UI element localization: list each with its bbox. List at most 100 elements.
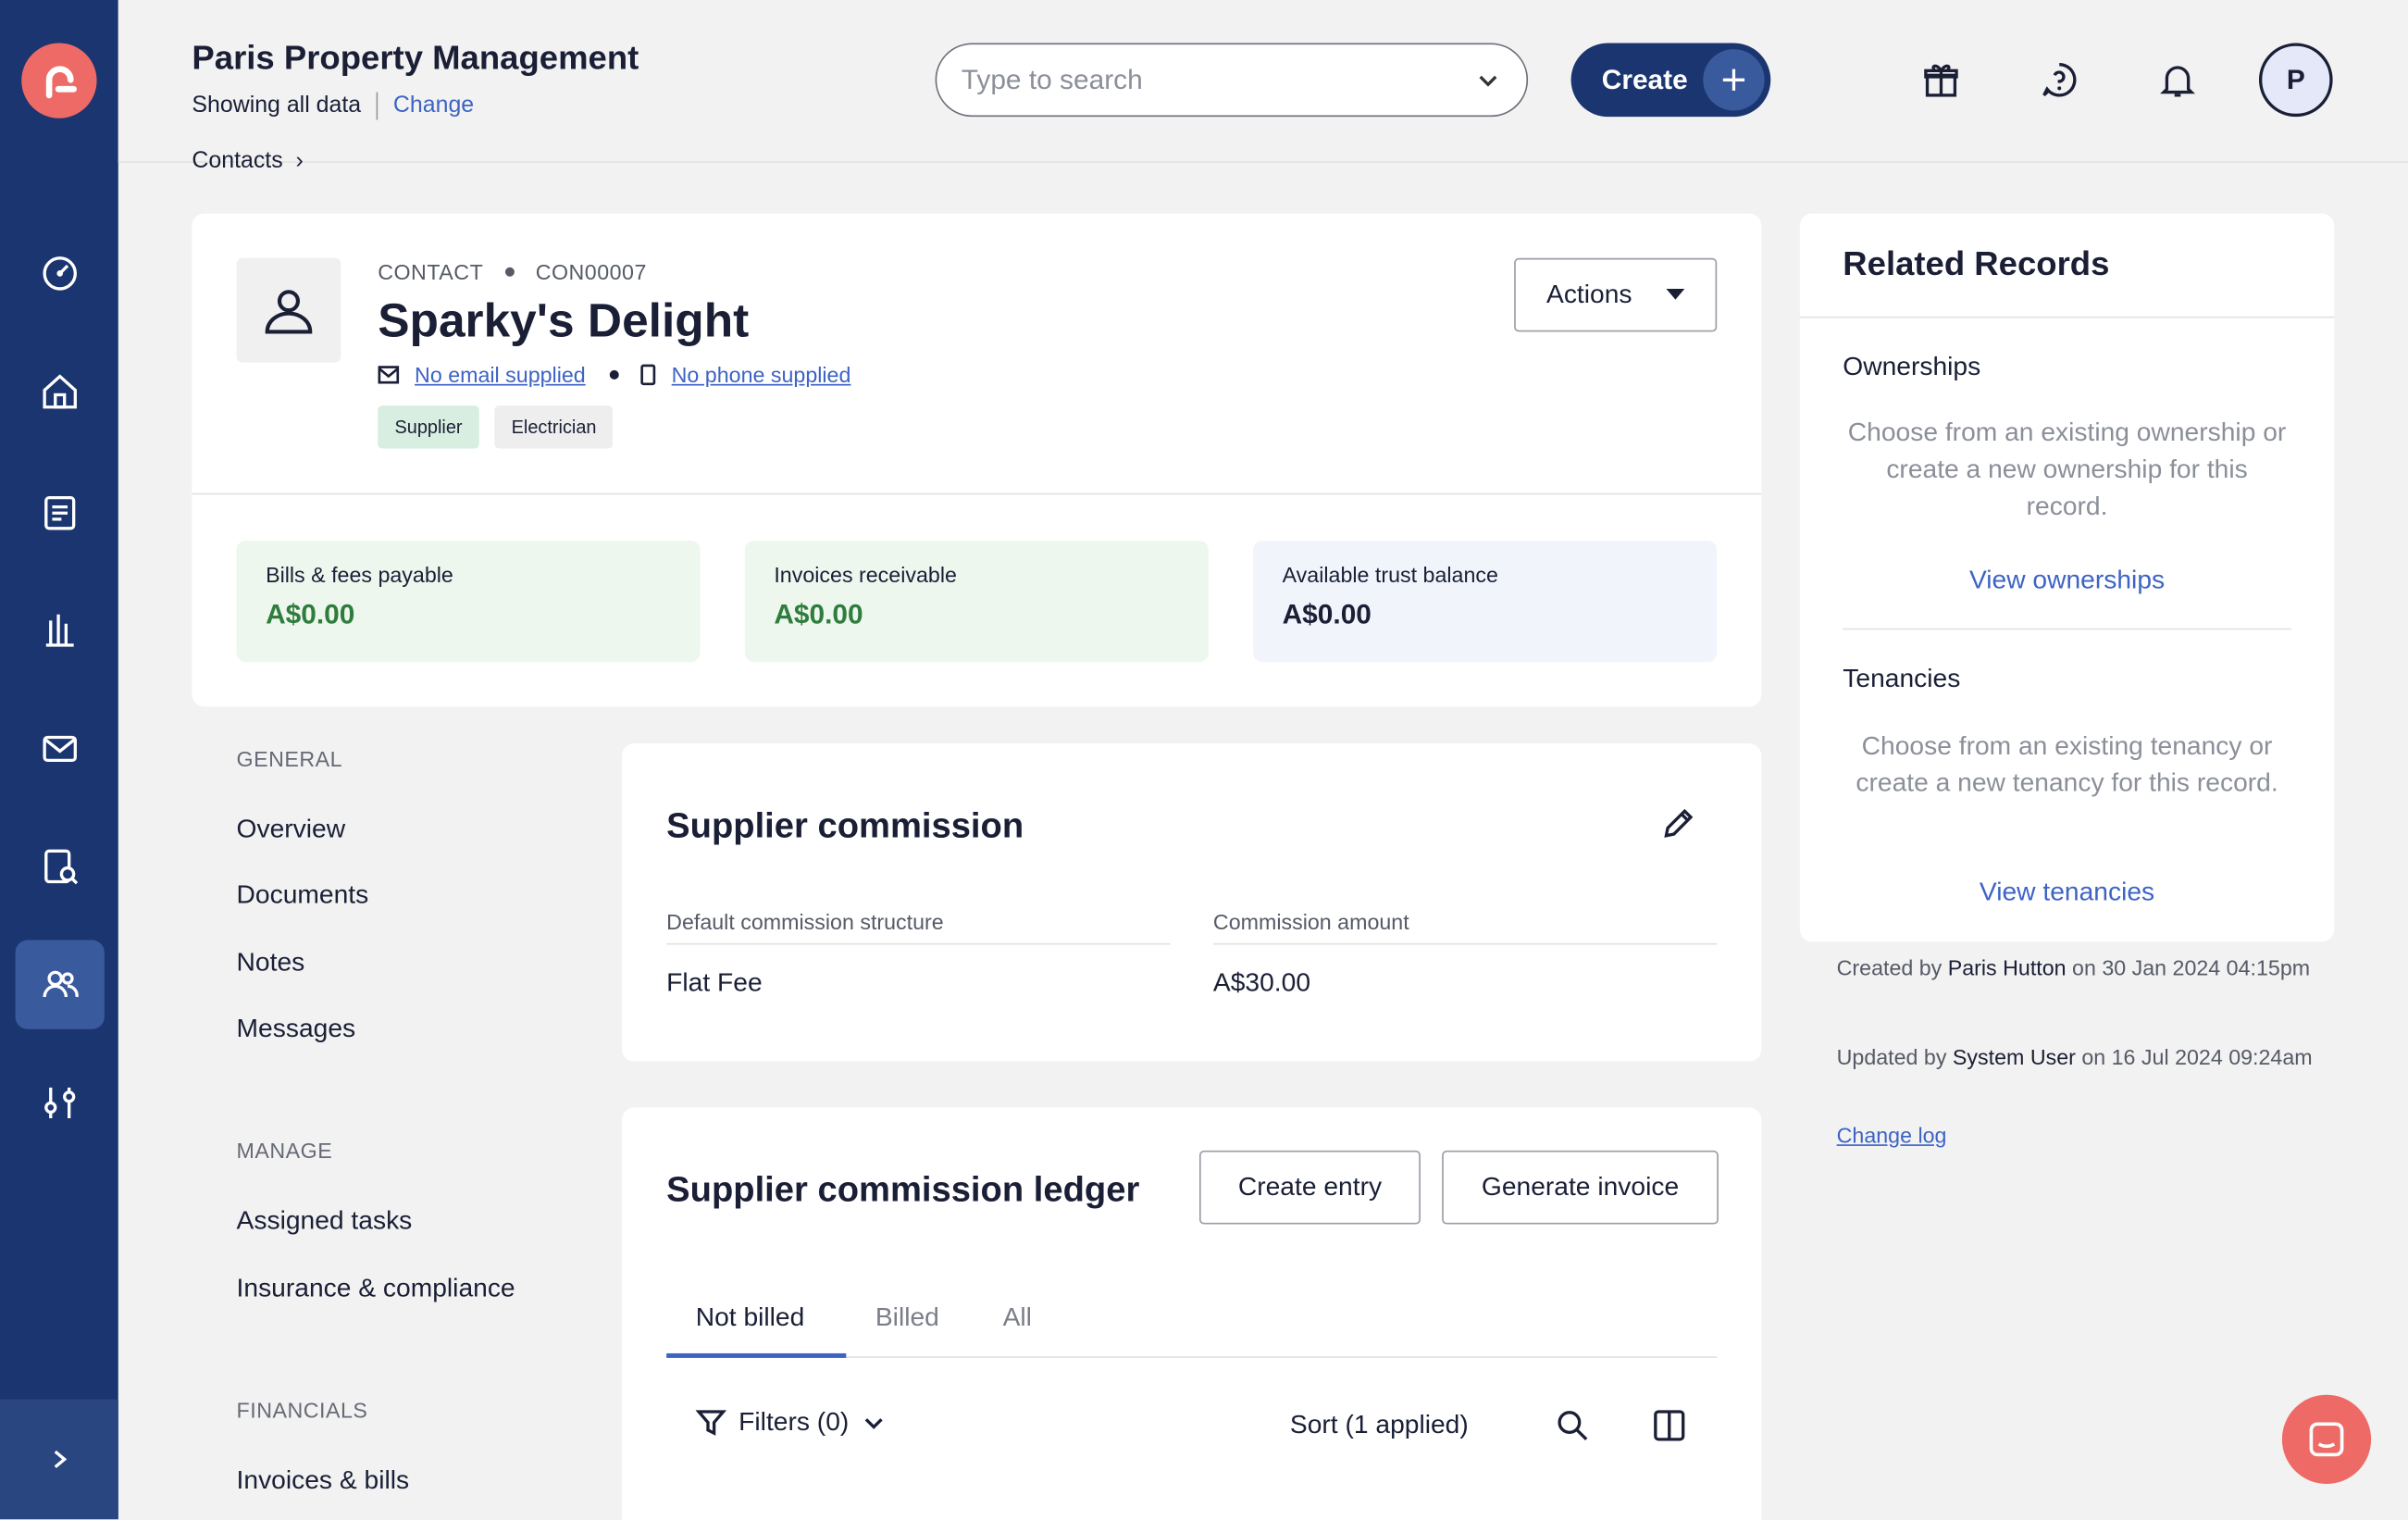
tag-electrician: Electrician bbox=[494, 405, 614, 449]
caret-down-icon bbox=[1666, 288, 1685, 300]
stat-invoices-receivable: Invoices receivable A$0.00 bbox=[744, 541, 1209, 663]
contact-avatar bbox=[236, 257, 341, 363]
tenancies-text: Choose from an existing tenancy or creat… bbox=[1856, 730, 2278, 798]
filters-label: Filters (0) bbox=[739, 1407, 850, 1437]
divider bbox=[192, 492, 1762, 495]
report-search-icon bbox=[44, 849, 79, 885]
breadcrumb[interactable]: Contacts › bbox=[192, 147, 303, 168]
columns-button[interactable] bbox=[1653, 1409, 1687, 1451]
contact-name: Sparky's Delight bbox=[378, 293, 750, 348]
help-button[interactable] bbox=[2036, 56, 2082, 103]
contact-summary-card: CONTACT CON00007 Sparky's Delight No emai… bbox=[192, 213, 1762, 707]
nav-notes[interactable]: Notes bbox=[237, 948, 305, 978]
stat-value: A$0.00 bbox=[1282, 599, 1372, 630]
expand-sidebar-button[interactable] bbox=[0, 1399, 118, 1520]
nav-messages-link[interactable]: Messages bbox=[237, 1014, 356, 1044]
active-tab-indicator bbox=[666, 1352, 847, 1358]
columns-icon bbox=[1654, 1410, 1685, 1441]
section-general: GENERAL bbox=[236, 746, 343, 772]
structure-label: Default commission structure bbox=[666, 909, 1171, 945]
created-by: Paris Hutton bbox=[1947, 955, 2067, 980]
view-ownerships-link[interactable]: View ownerships bbox=[1843, 566, 2291, 596]
stat-label: Invoices receivable bbox=[774, 562, 957, 587]
tab-billed[interactable]: Billed bbox=[875, 1302, 939, 1333]
card-title: Supplier commission bbox=[666, 804, 1024, 845]
ownerships-heading: Ownerships bbox=[1843, 352, 1981, 381]
phone-icon bbox=[640, 364, 656, 386]
nav-insurance-compliance[interactable]: Insurance & compliance bbox=[237, 1274, 515, 1304]
bell-icon bbox=[2160, 66, 2195, 97]
top-header: Paris Property Management Showing all da… bbox=[118, 0, 2408, 163]
view-tenancies-link[interactable]: View tenancies bbox=[1843, 878, 2291, 908]
contact-eyebrow: CONTACT CON00007 bbox=[378, 259, 647, 284]
tab-not-billed[interactable]: Not billed bbox=[696, 1302, 805, 1333]
create-button[interactable]: Create bbox=[1570, 43, 1771, 118]
stat-label: Available trust balance bbox=[1282, 562, 1498, 587]
stat-value: A$0.00 bbox=[266, 599, 355, 630]
search-ledger-button[interactable] bbox=[1556, 1409, 1590, 1451]
clipboard-icon bbox=[44, 495, 76, 530]
app-logo[interactable] bbox=[21, 43, 97, 118]
updated-prefix: Updated by bbox=[1836, 1044, 1947, 1069]
card-title: Supplier commission ledger bbox=[666, 1168, 1140, 1209]
data-scope: Showing all data Change bbox=[192, 93, 474, 120]
email-link[interactable]: No email supplied bbox=[415, 363, 586, 388]
person-icon bbox=[265, 290, 313, 334]
nav-dashboard[interactable] bbox=[16, 229, 105, 318]
change-scope-link[interactable]: Change bbox=[393, 93, 474, 118]
gift-icon bbox=[1924, 64, 1958, 97]
building-icon bbox=[45, 614, 74, 647]
related-title: Related Records bbox=[1843, 243, 2110, 283]
breadcrumb-contacts[interactable]: Contacts bbox=[192, 147, 282, 168]
sidebar bbox=[0, 0, 118, 1520]
nav-settings[interactable] bbox=[16, 1058, 105, 1147]
nav-properties[interactable] bbox=[16, 347, 105, 436]
nav-reports[interactable] bbox=[16, 585, 105, 674]
ownerships-text: Choose from an existing ownership or cre… bbox=[1847, 417, 2287, 521]
phone-link[interactable]: No phone supplied bbox=[672, 363, 851, 388]
nav-contacts[interactable] bbox=[15, 940, 105, 1029]
search-icon bbox=[1558, 1411, 1588, 1441]
filter-icon bbox=[695, 1410, 726, 1436]
gift-button[interactable] bbox=[1918, 56, 1965, 103]
chat-button[interactable] bbox=[2281, 1394, 2372, 1484]
created-meta: Created by Paris Hutton on 30 Jan 2024 0… bbox=[1837, 950, 2313, 987]
contact-type: CONTACT bbox=[378, 259, 484, 284]
logo-icon bbox=[44, 65, 77, 98]
actions-label: Actions bbox=[1546, 280, 1632, 309]
contact-id: CON00007 bbox=[535, 259, 647, 284]
structure-value: Flat Fee bbox=[666, 967, 763, 997]
search-input[interactable]: Type to search bbox=[935, 43, 1529, 118]
section-manage: MANAGE bbox=[236, 1138, 333, 1164]
create-entry-button[interactable]: Create entry bbox=[1198, 1150, 1421, 1225]
filters-button[interactable]: Filters (0) bbox=[695, 1407, 886, 1438]
generate-invoice-button[interactable]: Generate invoice bbox=[1442, 1150, 1719, 1225]
tab-all[interactable]: All bbox=[1003, 1302, 1032, 1333]
dashboard-icon bbox=[43, 256, 77, 291]
chevron-down-icon bbox=[864, 1418, 883, 1429]
actions-button[interactable]: Actions bbox=[1514, 257, 1718, 332]
contact-tags: Supplier Electrician bbox=[378, 405, 614, 449]
nav-overview[interactable]: Overview bbox=[237, 814, 346, 844]
nav-invoices-bills[interactable]: Invoices & bills bbox=[237, 1465, 410, 1496]
sort-button[interactable]: Sort (1 applied) bbox=[1290, 1410, 1469, 1440]
divider bbox=[1843, 628, 2291, 630]
tenancies-heading: Tenancies bbox=[1843, 663, 1961, 693]
updated-on: on 16 Jul 2024 09:24am bbox=[2081, 1044, 2313, 1069]
chat-icon bbox=[2309, 1422, 2344, 1457]
nav-search-reports[interactable] bbox=[16, 822, 105, 911]
created-prefix: Created by bbox=[1836, 955, 1943, 980]
user-avatar[interactable]: P bbox=[2258, 43, 2333, 118]
updated-meta: Updated by System User on 16 Jul 2024 09… bbox=[1837, 1039, 2313, 1076]
nav-assigned-tasks[interactable]: Assigned tasks bbox=[237, 1206, 413, 1237]
nav-tasks[interactable] bbox=[16, 467, 105, 555]
mail-icon bbox=[43, 735, 77, 763]
home-icon bbox=[43, 374, 77, 409]
amount-value: A$30.00 bbox=[1212, 967, 1311, 997]
nav-messages[interactable] bbox=[16, 704, 105, 792]
notifications-button[interactable] bbox=[2154, 56, 2201, 103]
change-log-link[interactable]: Change log bbox=[1837, 1123, 1947, 1148]
contact-links: No email supplied No phone supplied bbox=[378, 363, 851, 388]
nav-documents[interactable]: Documents bbox=[237, 880, 369, 911]
edit-button[interactable] bbox=[1660, 805, 1697, 850]
